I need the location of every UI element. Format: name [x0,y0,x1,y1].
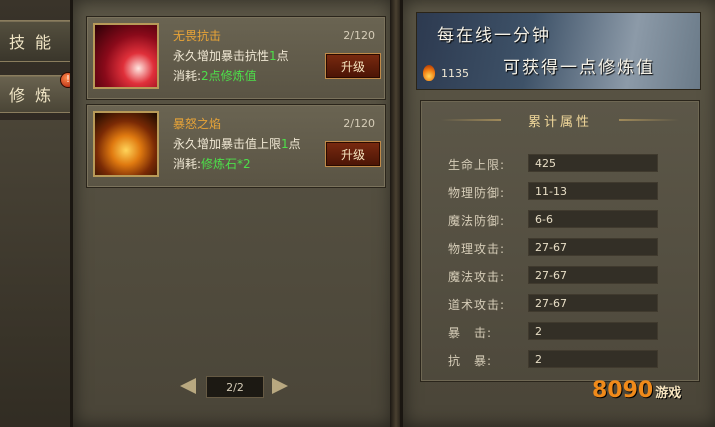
skill-cost-label: 消耗: [173,157,202,171]
skill-name: 无畏抗击 [173,29,222,43]
skill-level: 2/120 [343,29,375,42]
red-strike-icon[interactable] [93,23,159,89]
attribute-row: 道术攻击: 27-67 [448,294,658,314]
skill-cost: 消耗:2点修炼值 [173,67,257,84]
tab-skill[interactable]: 技能 [0,20,71,62]
logo-text: 8090 [592,378,654,403]
attribute-row: 魔法攻击: 27-67 [448,266,658,286]
attribute-label: 暴 击: [448,326,493,340]
attribute-row: 暴 击: 2 [448,322,658,342]
cultivation-points: 1135 [441,67,469,80]
attribute-row: 生命上限: 425 [448,154,658,174]
flame-icon [423,65,435,81]
page-indicator: 2/2 [206,376,264,398]
fire-warrior-icon[interactable] [93,111,159,177]
attribute-row: 魔法防御: 6-6 [448,210,658,230]
skill-desc-num: 1 [281,137,289,151]
banner-line2: 可获得一点修炼值 [503,58,655,78]
skill-desc-unit: 点 [276,49,289,63]
attribute-value: 2 [528,322,658,340]
upgrade-button[interactable]: 升级 [325,141,381,167]
online-reward-banner: 每在线一分钟 可获得一点修炼值 1135 [416,12,701,90]
left-strip [0,120,70,427]
skill-cost: 消耗:修炼石*2 [173,155,251,172]
attribute-value: 2 [528,350,658,368]
skill-name: 暴怒之焰 [173,117,222,131]
skill-card: 暴怒之焰 2/120 永久增加暴击值上限1点 消耗:修炼石*2 升级 [86,104,386,188]
banner-line1: 每在线一分钟 [437,26,551,46]
attribute-value: 6-6 [528,210,658,228]
attribute-label: 物理攻击: [448,242,506,256]
attribute-value: 27-67 [528,238,658,256]
attribute-label: 道术攻击: [448,298,506,312]
attribute-label: 物理防御: [448,186,506,200]
prev-page-icon[interactable] [180,378,196,394]
pager: 2/2 [180,376,290,398]
attribute-label: 生命上限: [448,158,506,172]
attribute-value: 425 [528,154,658,172]
attribute-header: 累计属性 [421,109,699,131]
skill-level: 2/120 [343,117,375,130]
skill-desc-num: 1 [269,49,277,63]
attribute-value: 27-67 [528,266,658,284]
skill-desc: 永久增加暴击抗性1点 [173,47,289,64]
skill-card: 无畏抗击 2/120 永久增加暴击抗性1点 消耗:2点修炼值 升级 [86,16,386,100]
upgrade-button[interactable]: 升级 [325,53,381,79]
skill-desc-text: 永久增加暴击值上限 [173,137,282,151]
skill-desc-unit: 点 [288,137,301,151]
next-page-icon[interactable] [272,378,288,394]
divider [619,119,679,121]
skill-cost-value: 2点修炼值 [201,69,257,83]
skill-desc-text: 永久增加暴击抗性 [173,49,270,63]
attribute-label: 魔法攻击: [448,270,506,284]
tab-cultivate[interactable]: 修炼 ! [0,72,76,113]
attribute-label: 抗 暴: [448,354,493,368]
attribute-value: 11-13 [528,182,658,200]
skill-cost-label: 消耗: [173,69,202,83]
attribute-row: 抗 暴: 2 [448,350,658,370]
attribute-row: 物理防御: 11-13 [448,182,658,202]
attribute-value: 27-67 [528,294,658,312]
site-logo: 8090 游戏 [592,378,681,403]
skill-desc: 永久增加暴击值上限1点 [173,135,301,152]
logo-sub: 游戏 [655,386,682,401]
skill-cost-value: 修炼石*2 [201,157,251,171]
attribute-row: 物理攻击: 27-67 [448,238,658,258]
attribute-label: 魔法防御: [448,214,506,228]
tab-cultivate-label: 修炼 [8,86,61,105]
